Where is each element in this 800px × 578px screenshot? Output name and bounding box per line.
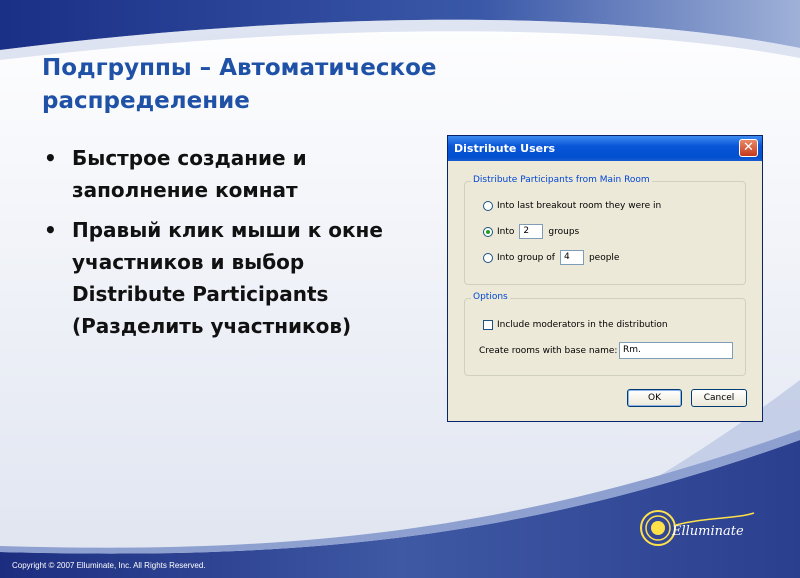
radio-group-size[interactable] bbox=[483, 252, 493, 263]
base-name-row: Create rooms with base name: bbox=[479, 346, 617, 356]
include-moderators-checkbox[interactable] bbox=[483, 320, 493, 330]
option-last-room-label: Into last breakout room they were in bbox=[497, 201, 662, 211]
base-name-input[interactable]: Rm. bbox=[619, 342, 733, 359]
close-button[interactable]: ✕ bbox=[739, 139, 758, 157]
option-into-groups[interactable]: Into 2 groups bbox=[483, 224, 579, 239]
radio-last-room[interactable] bbox=[483, 201, 493, 211]
bullet-dot-icon: • bbox=[44, 146, 57, 170]
bullet-dot-icon: • bbox=[44, 218, 57, 242]
bullet-text: Правый клик мыши к окне участников и выб… bbox=[72, 218, 383, 338]
slide-title: Подгруппы – Автоматическое распределение bbox=[42, 52, 562, 118]
bullet-text: Быстрое создание и заполнение комнат bbox=[72, 146, 307, 202]
slide-title-line1: Подгруппы – Автоматическое bbox=[42, 55, 437, 81]
group-size-input[interactable]: 4 bbox=[559, 250, 584, 265]
distribute-group: Distribute Participants from Main Room I… bbox=[464, 175, 746, 285]
include-moderators-label: Include moderators in the distribution bbox=[497, 320, 668, 330]
include-moderators-option[interactable]: Include moderators in the distribution bbox=[483, 320, 668, 330]
option-group-size-suffix: people bbox=[588, 252, 620, 263]
radio-into-groups[interactable] bbox=[483, 226, 493, 237]
bullet-item: • Быстрое создание и заполнение комнат bbox=[42, 142, 402, 206]
base-name-label: Create rooms with base name: bbox=[479, 346, 618, 356]
logo-text: Elluminate bbox=[672, 524, 744, 539]
distribute-group-label: Distribute Participants from Main Room bbox=[471, 175, 652, 185]
dialog-title: Distribute Users bbox=[454, 142, 556, 155]
bullet-item: • Правый клик мыши к окне участников и вы… bbox=[42, 214, 402, 342]
options-group: Options Include moderators in the distri… bbox=[464, 292, 746, 376]
option-group-size-prefix: Into group of bbox=[497, 252, 555, 263]
groups-count-input[interactable]: 2 bbox=[519, 224, 544, 239]
dialog-titlebar[interactable]: Distribute Users ✕ bbox=[448, 136, 762, 161]
copyright-text: Copyright © 2007 Elluminate, Inc. All Ri… bbox=[12, 561, 206, 570]
options-group-label: Options bbox=[471, 292, 510, 302]
bullet-list: • Быстрое создание и заполнение комнат • П… bbox=[42, 142, 402, 350]
option-last-room[interactable]: Into last breakout room they were in bbox=[483, 201, 661, 211]
slide-title-line2: распределение bbox=[42, 88, 250, 114]
ok-button[interactable]: OK bbox=[627, 389, 682, 407]
cancel-button[interactable]: Cancel bbox=[691, 389, 747, 407]
close-icon: ✕ bbox=[743, 140, 754, 155]
option-into-groups-prefix: Into bbox=[497, 226, 515, 237]
option-group-size[interactable]: Into group of 4 people bbox=[483, 250, 619, 265]
option-into-groups-suffix: groups bbox=[548, 226, 580, 237]
distribute-users-dialog: Distribute Users ✕ Distribute Participan… bbox=[447, 135, 763, 422]
